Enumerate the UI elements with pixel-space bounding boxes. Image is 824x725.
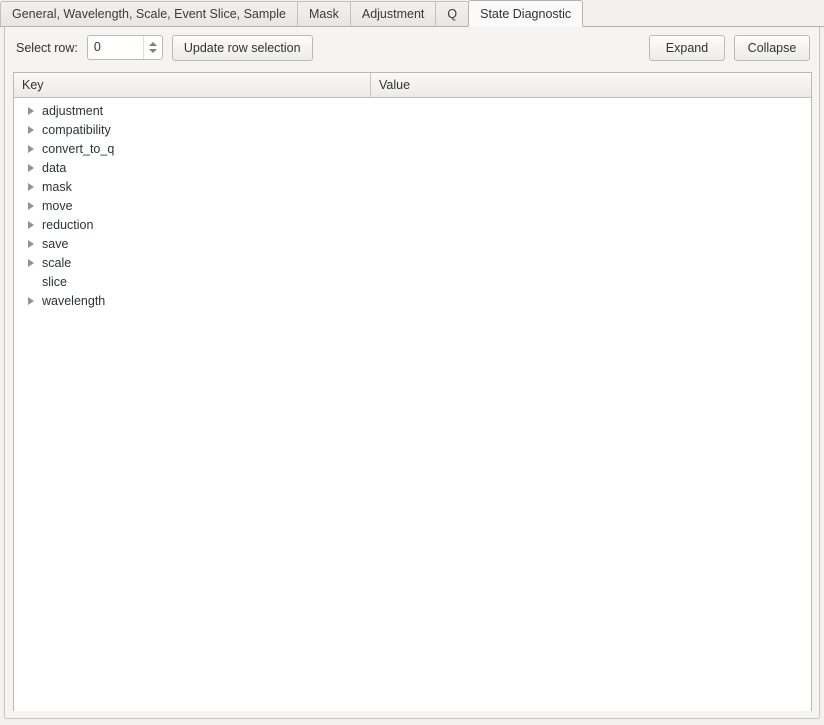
spinner-down-icon[interactable] [148,49,157,53]
expand-arrow-icon[interactable] [26,163,42,172]
tree-row-key: convert_to_q [42,141,115,156]
tree-row-key: compatibility [42,122,111,137]
expand-arrow-icon[interactable] [26,258,42,267]
spinner-up-icon[interactable] [148,42,157,46]
tab-label: State Diagnostic [480,6,572,21]
expand-arrow-icon[interactable] [26,220,42,229]
tab-mask[interactable]: Mask [296,1,350,27]
tree-row[interactable]: wavelength [14,291,811,310]
update-row-selection-button[interactable]: Update row selection [171,34,313,61]
expand-arrow-icon[interactable] [26,182,42,191]
select-row-label: Select row: [16,40,78,55]
column-header-key[interactable]: Key [14,73,371,97]
tree-row-key: move [42,198,73,213]
tree-row-key: wavelength [42,293,106,308]
tree-row-key: save [42,236,69,251]
expand-arrow-icon[interactable] [26,106,42,115]
tree-row[interactable]: scale [14,253,811,272]
tree-row-key: slice [42,274,68,289]
tree-row[interactable]: reduction [14,215,811,234]
expand-arrow-icon[interactable] [26,125,42,134]
tab-general-wavelength-scale-event-slice-sample[interactable]: General, Wavelength, Scale, Event Slice,… [0,1,297,27]
toolbar: Select row: 0 Update row selection Expan… [5,27,821,68]
expand-arrow-icon[interactable] [26,239,42,248]
tab-state-diagnostic[interactable]: State Diagnostic [468,0,584,27]
tree-header-row: Key Value [14,73,811,98]
tree-row[interactable]: save [14,234,811,253]
select-row-value[interactable]: 0 [88,36,143,59]
tab-q[interactable]: Q [435,1,469,27]
tree-row[interactable]: move [14,196,811,215]
tree-row[interactable]: slice [14,272,811,291]
tree-row-key: reduction [42,217,94,232]
collapse-button[interactable]: Collapse [734,34,810,61]
expand-arrow-icon[interactable] [26,296,42,305]
state-diagnostic-panel: Select row: 0 Update row selection Expan… [4,27,820,719]
tree-row-key: mask [42,179,72,194]
tree-row[interactable]: compatibility [14,120,811,139]
tab-label: Adjustment [361,7,425,21]
tree-row[interactable]: mask [14,177,811,196]
tab-strip-filler [583,0,824,27]
tree-row[interactable]: adjustment [14,101,811,120]
tab-label: Q [447,7,458,21]
column-header-value[interactable]: Value [371,73,811,97]
tree-row-key: scale [42,255,72,270]
tree-row[interactable]: convert_to_q [14,139,811,158]
tree-row-key: data [42,160,67,175]
state-tree-view[interactable]: Key Value adjustment compatibility convert… [13,72,812,711]
expand-arrow-icon[interactable] [26,144,42,153]
tab-adjustment[interactable]: Adjustment [349,1,436,27]
expand-arrow-icon[interactable] [26,201,42,210]
expand-button[interactable]: Expand [649,34,725,61]
tree-row-key: adjustment [42,103,104,118]
tab-label: General, Wavelength, Scale, Event Slice,… [12,7,286,21]
tab-label: Mask [308,7,339,21]
select-row-spinbox[interactable]: 0 [86,35,163,60]
spinner-arrows[interactable] [142,36,162,59]
tree-row[interactable]: data [14,158,811,177]
tab-bar: General, Wavelength, Scale, Event Slice,… [0,0,824,27]
tree-body: adjustment compatibility convert_to_qdata m… [14,98,811,711]
